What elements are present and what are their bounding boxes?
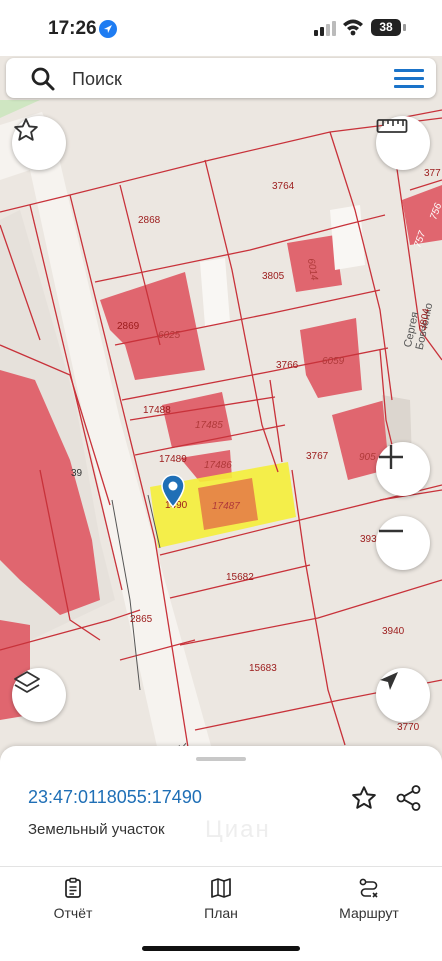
parcel-card[interactable]: Циан 23:47:0118055:17490 Земельный участ… xyxy=(0,746,442,866)
tab-route[interactable]: Маршрут xyxy=(314,877,424,921)
parcel-label: 2865 xyxy=(130,614,153,625)
parcel-label: 15683 xyxy=(249,663,277,674)
map-icon xyxy=(211,878,231,898)
home-indicator[interactable] xyxy=(142,946,300,951)
tab-report[interactable]: Отчёт xyxy=(18,877,128,921)
map-pin-icon[interactable] xyxy=(161,474,185,508)
tab-label: Маршрут xyxy=(339,905,399,921)
wifi-icon xyxy=(343,19,363,36)
parcel-label: 3805 xyxy=(262,271,285,282)
parcel-label: 17487 xyxy=(212,501,240,512)
parcel-label: 17489 xyxy=(159,454,187,465)
layers-button[interactable] xyxy=(12,668,66,722)
parcel-label: 6025 xyxy=(158,330,181,341)
parcel-label: 3764 xyxy=(272,181,295,192)
zoom-out-button[interactable] xyxy=(376,516,430,570)
parcel-label: 17488 xyxy=(143,405,171,416)
favorite-button[interactable] xyxy=(12,116,66,170)
locate-button[interactable] xyxy=(376,668,430,722)
report-icon xyxy=(65,877,81,898)
battery-cap xyxy=(403,24,406,31)
cellular-signal-icon xyxy=(314,21,336,36)
parcel-label: 3767 xyxy=(306,451,329,462)
parcel-label: 17486 xyxy=(204,460,232,471)
menu-icon[interactable] xyxy=(394,69,424,88)
parcel-label: 6059 xyxy=(322,356,345,367)
parcel-label: 17485 xyxy=(195,420,223,431)
parcel-type: Земельный участок xyxy=(28,821,165,838)
parcel-label: 377 xyxy=(424,168,441,179)
parcel-label: 3940 xyxy=(382,626,405,637)
parcel-label: 2868 xyxy=(138,215,161,226)
search-bar[interactable]: Поиск xyxy=(6,58,436,98)
share-icon[interactable] xyxy=(395,784,423,812)
parcel-label: 2869 xyxy=(117,321,140,332)
zoom-in-button[interactable] xyxy=(376,442,430,496)
status-time: 17:26 xyxy=(48,18,97,39)
parcel-label: 3766 xyxy=(276,360,299,371)
parcel-label: 3770 xyxy=(397,722,420,733)
ruler-icon xyxy=(376,119,408,133)
route-icon xyxy=(359,878,378,898)
star-icon[interactable] xyxy=(350,784,378,812)
parcel-label: 39 xyxy=(71,468,83,479)
map-canvas xyxy=(0,100,442,760)
location-arrow-icon xyxy=(99,20,117,38)
search-icon xyxy=(31,67,55,91)
tab-label: План xyxy=(204,905,238,921)
search-input[interactable]: Поиск xyxy=(72,69,122,90)
tab-label: Отчёт xyxy=(53,905,93,921)
ruler-button[interactable] xyxy=(376,116,430,170)
layers-icon xyxy=(14,671,40,693)
navigation-arrow-icon xyxy=(380,672,398,690)
watermark: Циан xyxy=(205,816,271,843)
battery-icon: 38 xyxy=(371,19,401,36)
tab-plan[interactable]: План xyxy=(166,877,276,921)
status-bar: 17:26 38 xyxy=(0,0,442,56)
parcel-label: 15682 xyxy=(226,572,254,583)
drag-handle[interactable] xyxy=(196,757,246,761)
parcel-label: 393 xyxy=(360,534,377,545)
cadastral-number[interactable]: 23:47:0118055:17490 xyxy=(28,787,202,808)
star-icon xyxy=(14,118,38,141)
parcel-label: 905 xyxy=(359,452,376,463)
minus-icon xyxy=(379,529,403,533)
plus-icon xyxy=(379,445,403,469)
cadastral-map[interactable]: Сергея Бовченко Улица Влад 3764 2868 380… xyxy=(0,56,442,760)
